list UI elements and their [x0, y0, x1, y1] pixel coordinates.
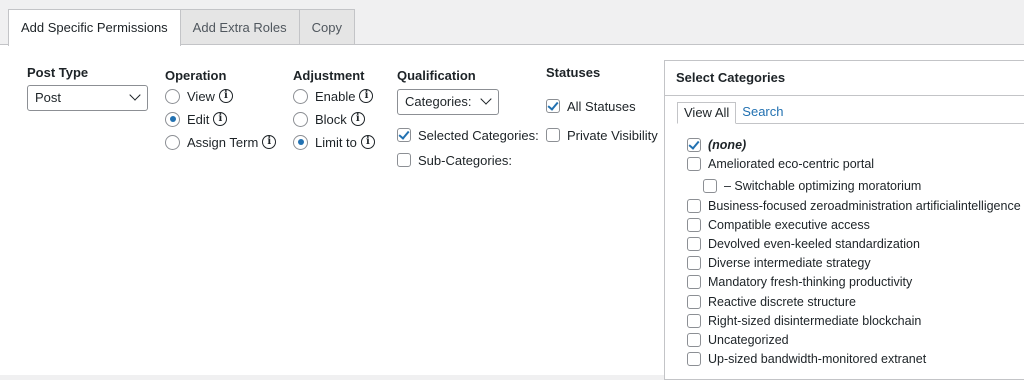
- category-item-child[interactable]: – Switchable optimizing moratorium: [703, 177, 921, 195]
- info-icon[interactable]: i: [213, 112, 228, 126]
- info-icon[interactable]: i: [359, 89, 374, 103]
- adjustment-option-label: Block: [315, 111, 347, 127]
- adjustment-option-label: Enable: [315, 88, 356, 104]
- category-label: (none): [708, 138, 747, 152]
- checkbox-sub-categories[interactable]: [397, 153, 411, 167]
- category-checkbox[interactable]: [687, 333, 701, 347]
- category-checkbox[interactable]: [687, 314, 701, 328]
- chevron-down-icon: [129, 89, 141, 101]
- category-item[interactable]: Uncategorized: [687, 331, 789, 349]
- chevron-down-icon: [480, 93, 492, 105]
- qualification-value: Categories:: [405, 94, 472, 109]
- checkbox-selected-categories[interactable]: [397, 128, 411, 142]
- category-item[interactable]: Compatible executive access: [687, 216, 870, 234]
- select-categories-box: Select Categories View All Search (none)…: [664, 60, 1024, 380]
- post-type-label: Post Type: [27, 65, 89, 80]
- category-checkbox[interactable]: [703, 179, 717, 193]
- adjustment-label: Adjustment: [293, 68, 365, 83]
- category-label: Ameliorated eco-centric portal: [708, 157, 875, 171]
- tab-add-specific-permissions[interactable]: Add Specific Permissions: [8, 9, 181, 46]
- category-item[interactable]: Devolved even-keeled standardization: [687, 235, 920, 253]
- qualification-option-sub-categories[interactable]: Sub-Categories:: [397, 151, 512, 169]
- category-label: Business-focused zeroadministration arti…: [708, 199, 1021, 213]
- category-item[interactable]: Reactive discrete structure: [687, 293, 856, 311]
- status-option-private[interactable]: Private Visibility: [546, 126, 658, 144]
- info-icon[interactable]: i: [262, 135, 277, 149]
- category-label: Up-sized bandwidth-monitored extranet: [708, 352, 927, 366]
- category-checkbox[interactable]: [687, 199, 701, 213]
- operation-option-edit[interactable]: Edit i: [165, 110, 228, 128]
- category-label: Mandatory fresh-thinking productivity: [708, 275, 913, 289]
- qualification-select[interactable]: Categories:: [397, 89, 499, 115]
- statuses-label: Statuses: [546, 65, 601, 80]
- category-checkbox[interactable]: [687, 138, 701, 152]
- adjustment-option-limit-to[interactable]: Limit to i: [293, 133, 375, 151]
- post-type-value: Post: [35, 90, 62, 105]
- radio-block[interactable]: [293, 111, 308, 127]
- status-option-label: Private Visibility: [567, 127, 658, 143]
- info-icon[interactable]: i: [350, 112, 365, 126]
- operation-option-view[interactable]: View i: [165, 87, 233, 105]
- category-checkbox[interactable]: [687, 237, 701, 251]
- category-checkbox[interactable]: [687, 218, 701, 232]
- status-option-label: All Statuses: [567, 98, 636, 114]
- category-item[interactable]: Diverse intermediate strategy: [687, 254, 871, 272]
- operation-option-assign-term[interactable]: Assign Term i: [165, 133, 277, 151]
- radio-edit[interactable]: [165, 111, 180, 127]
- checkbox-all-statuses[interactable]: [546, 99, 560, 113]
- select-categories-title: Select Categories: [665, 61, 1024, 96]
- category-item[interactable]: Up-sized bandwidth-monitored extranet: [687, 350, 926, 368]
- radio-limit-to[interactable]: [293, 134, 308, 150]
- operation-option-label: Assign Term: [187, 134, 259, 150]
- operation-option-label: View: [187, 88, 215, 104]
- category-item[interactable]: Mandatory fresh-thinking productivity: [687, 273, 912, 291]
- info-icon[interactable]: i: [218, 89, 233, 103]
- qualification-label: Qualification: [397, 68, 476, 83]
- category-checkbox[interactable]: [687, 157, 701, 171]
- category-item[interactable]: Right-sized disintermediate blockchain: [687, 312, 921, 330]
- permissions-panel: Post Type Post Operation View i Edit i A…: [0, 44, 1024, 380]
- qualification-option-label: Selected Categories:: [418, 127, 539, 143]
- category-item[interactable]: Business-focused zeroadministration arti…: [687, 197, 1021, 215]
- radio-view[interactable]: [165, 88, 180, 104]
- category-item[interactable]: Ameliorated eco-centric portal: [687, 155, 874, 173]
- category-item-none[interactable]: (none): [687, 136, 746, 154]
- radio-assign-term[interactable]: [165, 134, 180, 150]
- qualification-option-label: Sub-Categories:: [418, 152, 512, 168]
- category-label: Devolved even-keeled standardization: [708, 237, 920, 251]
- category-label: – Switchable optimizing moratorium: [724, 179, 922, 193]
- adjustment-option-label: Limit to: [315, 134, 357, 150]
- category-label: Reactive discrete structure: [708, 295, 856, 309]
- tab-view-all[interactable]: View All: [677, 102, 737, 124]
- checkbox-private-visibility[interactable]: [546, 128, 560, 142]
- tab-copy[interactable]: Copy: [299, 9, 355, 45]
- category-checkbox[interactable]: [687, 275, 701, 289]
- tab-search[interactable]: Search: [736, 102, 789, 124]
- category-checkbox[interactable]: [687, 352, 701, 366]
- info-icon[interactable]: i: [360, 135, 375, 149]
- category-label: Uncategorized: [708, 333, 789, 347]
- operation-label: Operation: [165, 68, 227, 83]
- tab-add-extra-roles[interactable]: Add Extra Roles: [180, 9, 300, 45]
- category-checkbox[interactable]: [687, 256, 701, 270]
- categories-subtabs: View All Search: [677, 102, 790, 124]
- status-option-all[interactable]: All Statuses: [546, 97, 636, 115]
- category-label: Right-sized disintermediate blockchain: [708, 314, 922, 328]
- operation-option-label: Edit: [187, 111, 210, 127]
- adjustment-option-block[interactable]: Block i: [293, 110, 365, 128]
- post-type-select[interactable]: Post: [27, 85, 148, 111]
- adjustment-option-enable[interactable]: Enable i: [293, 87, 374, 105]
- radio-enable[interactable]: [293, 88, 308, 104]
- category-checkbox[interactable]: [687, 295, 701, 309]
- permissions-tabs: Add Specific Permissions Add Extra Roles…: [8, 9, 355, 46]
- qualification-option-selected-categories[interactable]: Selected Categories:: [397, 126, 539, 144]
- category-label: Diverse intermediate strategy: [708, 256, 871, 270]
- category-label: Compatible executive access: [708, 218, 870, 232]
